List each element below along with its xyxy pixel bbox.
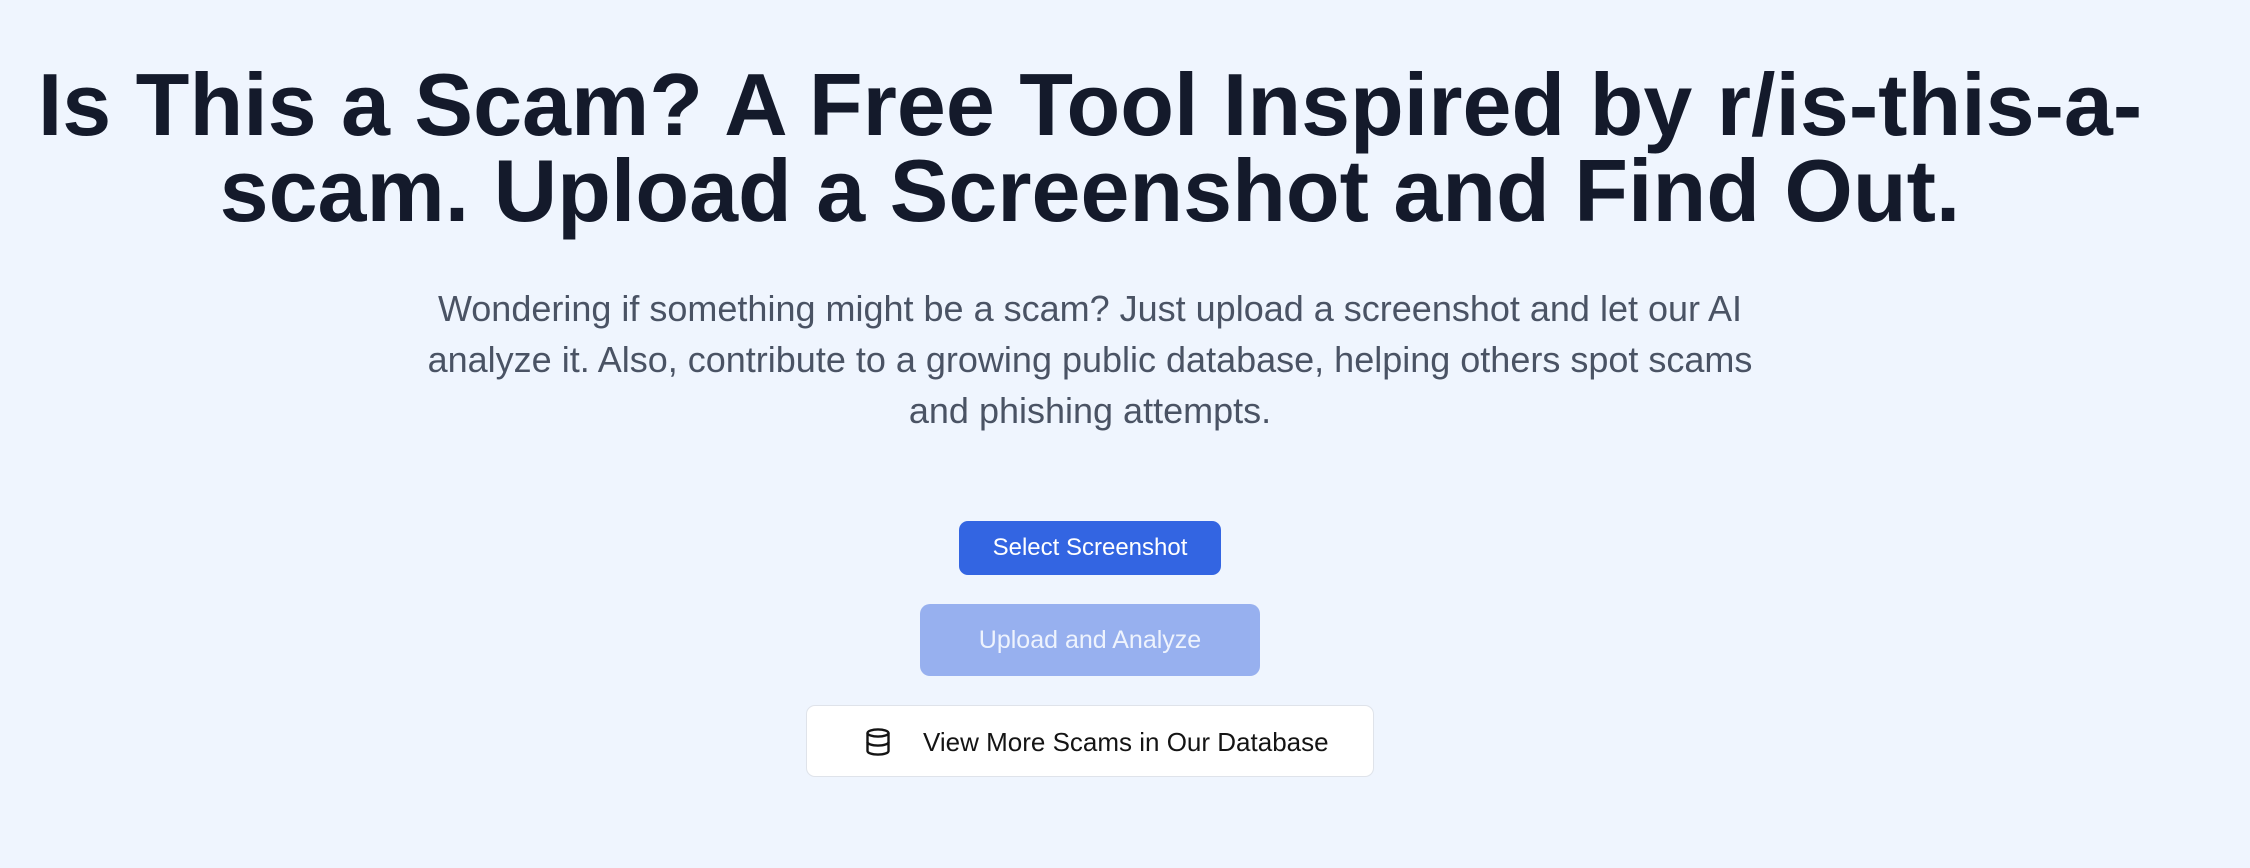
select-screenshot-button[interactable]: Select Screenshot	[959, 521, 1221, 575]
upload-and-analyze-button[interactable]: Upload and Analyze	[920, 604, 1260, 676]
upload-and-analyze-label: Upload and Analyze	[978, 625, 1202, 654]
page-subtitle: Wondering if something might be a scam? …	[427, 288, 1753, 431]
view-database-button[interactable]: View More Scams in Our Database	[806, 705, 1374, 777]
view-database-label: View More Scams in Our Database	[923, 727, 1329, 757]
database-icon	[866, 728, 890, 756]
page-title: Is This a Scam? A Free Tool Inspired by …	[37, 55, 2143, 240]
landing-page: Is This a Scam? A Free Tool Inspired by …	[0, 0, 2250, 868]
select-screenshot-label: Select Screenshot	[992, 534, 1188, 561]
